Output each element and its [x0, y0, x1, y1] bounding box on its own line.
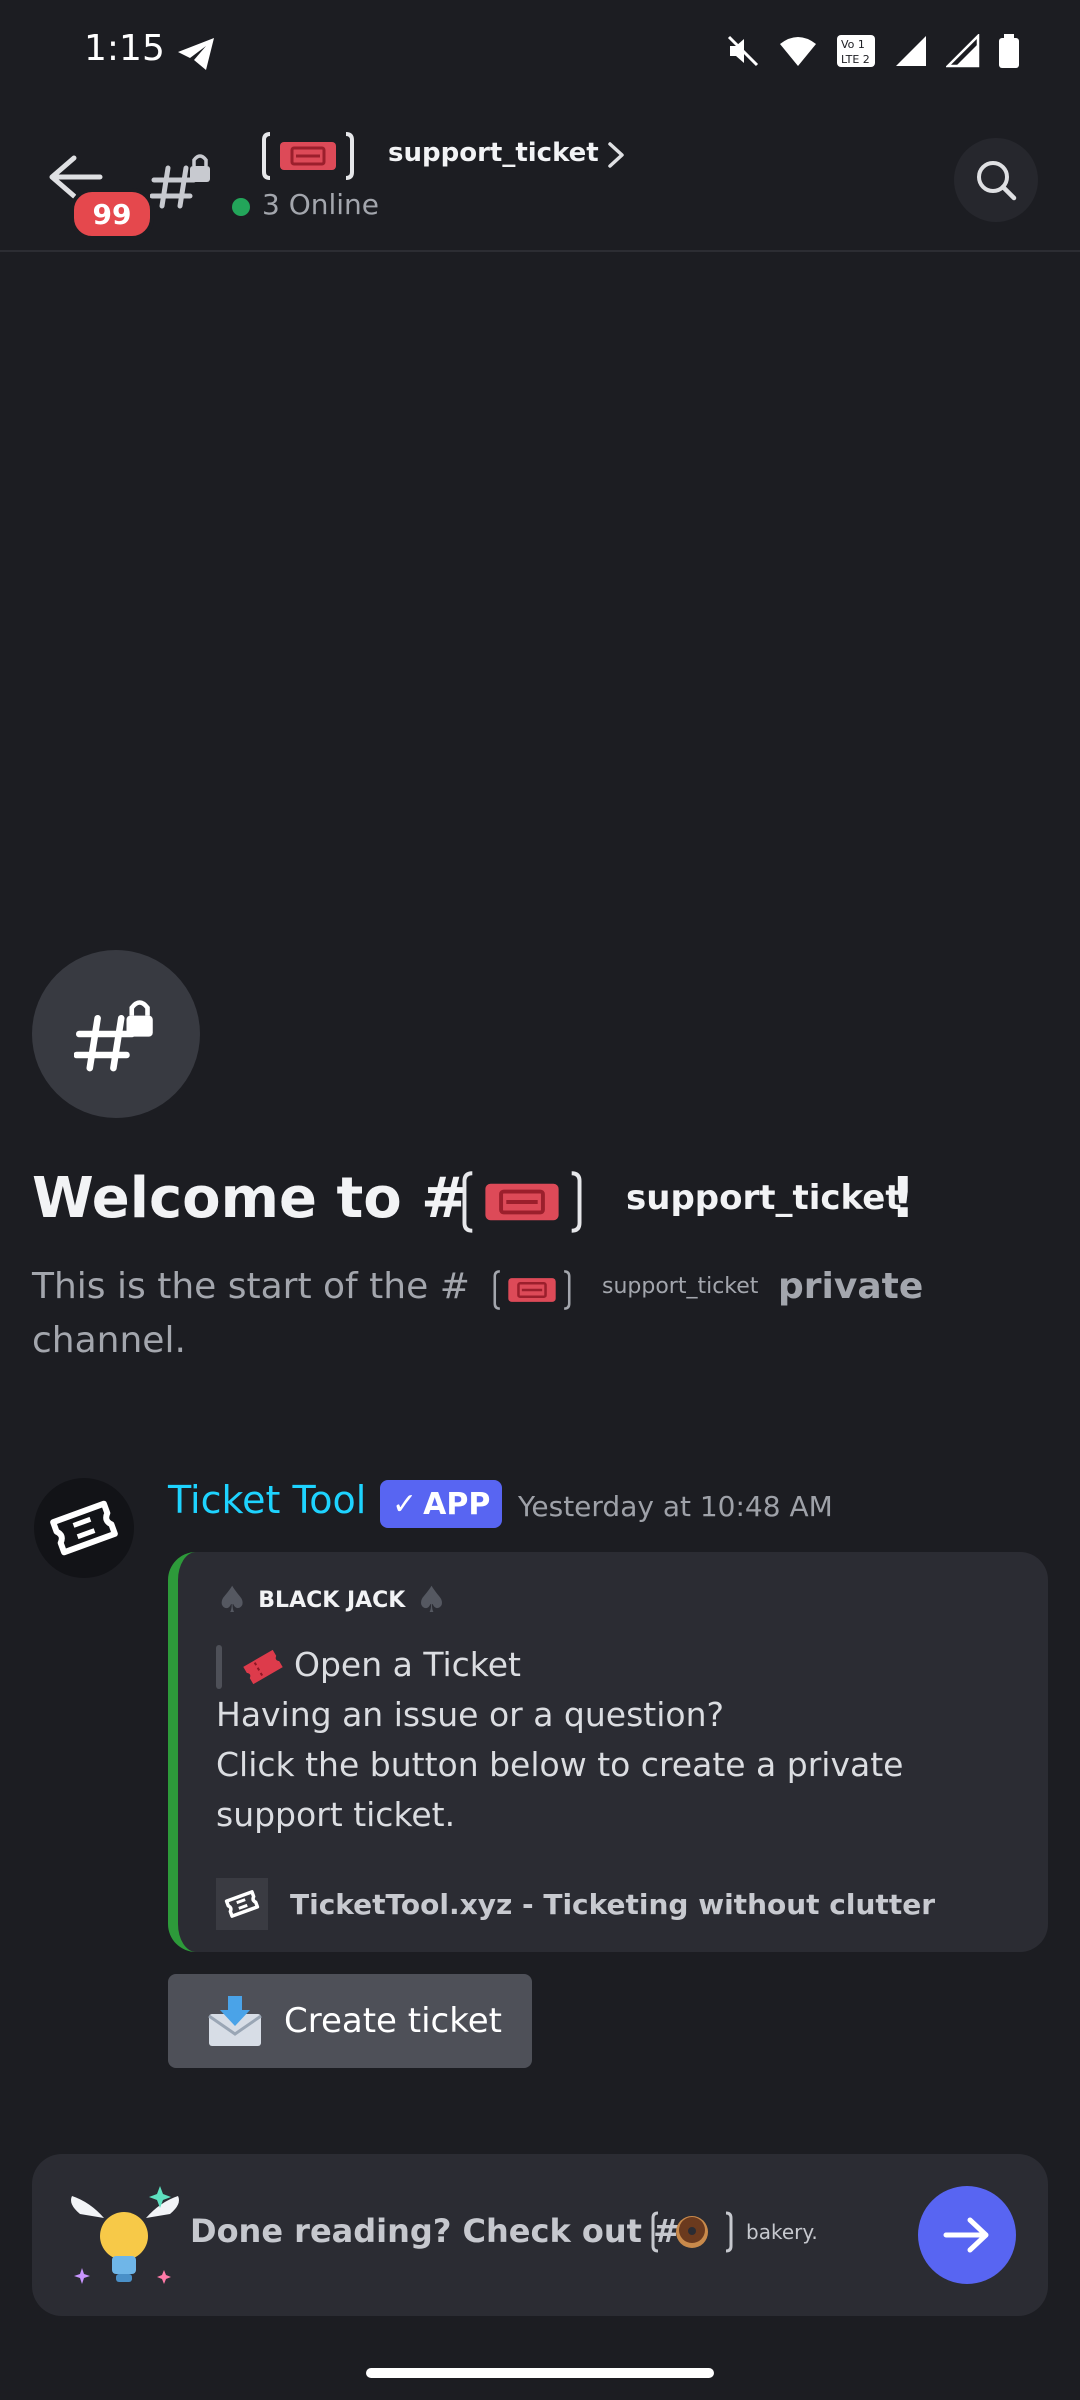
private-channel-icon — [150, 154, 210, 209]
chevron-right-icon[interactable] — [606, 140, 626, 170]
status-icons: Vo 1 LTE 2 — [726, 34, 1020, 68]
signal-icon — [896, 36, 926, 66]
bot-avatar[interactable] — [34, 1478, 134, 1578]
mute-icon — [727, 35, 759, 67]
description-channel-name: support_ticket — [602, 1274, 759, 1299]
home-indicator[interactable] — [366, 2368, 714, 2378]
embed-line2: Click the button below to create a priva… — [216, 1745, 904, 1834]
embed-title-line: Open a Ticket — [216, 1640, 1036, 1690]
message-embed: ♠ BLACK JACK ♠ Open a Ticket Having an i… — [168, 1552, 1048, 1952]
embed-title: Open a Ticket — [294, 1645, 521, 1684]
status-bar: 1:15 Vo 1 LTE 2 — [0, 0, 1080, 100]
ticket-emoji-icon — [262, 132, 354, 180]
online-count: 3 Online — [262, 188, 380, 221]
prompt-text: Done reading? Check out # — [190, 2212, 680, 2250]
donut-emoji-icon — [651, 2211, 733, 2253]
welcome-channel-name: support_ticket — [626, 1178, 902, 1218]
svg-text:Vo 1: Vo 1 — [841, 38, 865, 51]
telegram-icon — [178, 38, 214, 70]
search-icon — [977, 161, 1017, 201]
ticket-emoji-icon — [243, 1649, 283, 1684]
status-time: 1:15 — [84, 28, 165, 69]
check-icon: ✓ — [392, 1486, 418, 1522]
create-ticket-label: Create ticket — [284, 2001, 502, 2041]
embed-author-label: BLACK JACK — [258, 1588, 406, 1613]
message-author[interactable]: Ticket Tool — [168, 1478, 366, 1522]
go-to-channel-button[interactable] — [918, 2186, 1016, 2284]
create-ticket-button[interactable]: Create ticket — [168, 1974, 532, 2068]
embed-description: Open a Ticket Having an issue or a quest… — [216, 1640, 1036, 1840]
online-status-dot — [232, 198, 250, 216]
embed-author: ♠ BLACK JACK ♠ — [216, 1580, 448, 1621]
prompt-channel-name[interactable]: bakery. — [746, 2220, 818, 2244]
ticket-tool-logo-icon — [50, 1500, 118, 1556]
quote-bar — [216, 1644, 222, 1689]
inbox-tray-icon — [208, 1996, 262, 2046]
spade-icon: ♠ — [216, 1580, 249, 1621]
private-channel-large-icon — [74, 1000, 153, 1072]
spade-icon: ♠ — [415, 1580, 448, 1621]
svg-text:LTE 2: LTE 2 — [841, 53, 870, 66]
welcome-title: Welcome to # — [32, 1166, 469, 1231]
description-private-label: private — [778, 1266, 924, 1307]
embed-footer-text: TicketTool.xyz - Ticketing without clutt… — [290, 1887, 935, 1921]
channel-title[interactable]: support_ticket — [388, 138, 599, 168]
channel-header: 99 support_ticket 3 Online — [0, 100, 1080, 252]
message-timestamp: Yesterday at 10:48 AM — [518, 1490, 833, 1523]
channel-avatar — [32, 950, 200, 1118]
app-tag-label: APP — [423, 1486, 491, 1522]
arrow-right-icon — [943, 2217, 989, 2253]
welcome-description-line2: channel. — [32, 1320, 186, 1361]
welcome-title-suffix: ! — [890, 1166, 916, 1231]
embed-footer: TicketTool.xyz - Ticketing without clutt… — [216, 1878, 935, 1930]
ticket-emoji-icon — [462, 1171, 582, 1233]
volte-icon: Vo 1 LTE 2 — [837, 35, 875, 67]
lightbulb-wings-icon — [71, 2186, 179, 2284]
unread-badge: 99 — [70, 188, 154, 240]
ticket-emoji-icon — [493, 1270, 571, 1310]
welcome-description: This is the start of the # — [32, 1266, 470, 1307]
app-tag: ✓ APP — [380, 1480, 503, 1528]
signal-2-icon — [946, 34, 980, 68]
next-channel-prompt[interactable]: Done reading? Check out # bakery. — [32, 2154, 1048, 2316]
embed-line1: Having an issue or a question? — [216, 1695, 725, 1734]
search-button[interactable] — [954, 138, 1038, 222]
battery-icon — [999, 34, 1019, 68]
wifi-icon — [780, 37, 816, 66]
footer-logo-icon — [216, 1878, 268, 1930]
